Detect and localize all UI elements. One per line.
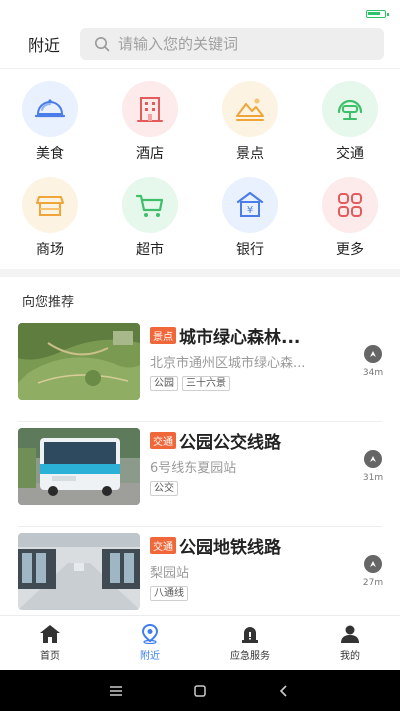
bus-image: [18, 428, 140, 505]
distance-info[interactable]: 27m: [358, 555, 388, 588]
recommendation-card[interactable]: 景点 城市绿心森林... 北京市通州区城市绿心森... 公园 三十六景 34m: [0, 317, 400, 421]
search-icon: [95, 37, 110, 52]
place-address: 6号线东夏园站: [150, 461, 237, 476]
category-more[interactable]: 更多: [300, 177, 400, 259]
place-name: 城市绿心森林...: [179, 327, 301, 348]
distance-info[interactable]: 34m: [358, 345, 388, 378]
tab-profile[interactable]: 我的: [300, 616, 400, 670]
tab-emergency[interactable]: 应急服务: [200, 616, 300, 670]
category-transport[interactable]: 交通: [300, 81, 400, 163]
category-label: 超市: [136, 242, 164, 258]
place-chip: 八通线: [150, 586, 188, 601]
more-grid-icon: [338, 193, 362, 217]
place-chip: 公园: [150, 376, 178, 391]
mall-store-icon: [36, 196, 64, 216]
category-mall[interactable]: 商场: [0, 177, 100, 259]
category-label: 银行: [236, 242, 264, 258]
navigate-icon[interactable]: [364, 450, 382, 468]
food-dome-icon: [34, 99, 66, 118]
menu-icon[interactable]: [96, 670, 136, 711]
distance-info[interactable]: 31m: [358, 450, 388, 483]
place-address: 梨园站: [150, 566, 190, 581]
category-food[interactable]: 美食: [0, 81, 100, 163]
category-grid: 美食 酒店 景点 交通 商场 超市 ¥ 银行 更多: [0, 69, 400, 269]
category-tag: 景点: [150, 326, 176, 344]
category-label: 酒店: [136, 146, 164, 162]
navigate-icon[interactable]: [364, 555, 382, 573]
category-label: 交通: [336, 146, 364, 162]
category-tag: 交通: [150, 536, 176, 554]
location-pin-icon: [141, 624, 159, 644]
category-tag: 交通: [150, 431, 176, 449]
category-hotel[interactable]: 酒店: [100, 81, 200, 163]
tab-label: 我的: [340, 651, 360, 662]
category-bank[interactable]: ¥ 银行: [200, 177, 300, 259]
system-navigation-bar: [0, 670, 400, 711]
user-icon: [341, 625, 359, 643]
place-name: 公园公交线路: [179, 432, 281, 453]
place-chip: 三十六景: [182, 376, 230, 391]
home-icon: [40, 625, 60, 643]
bank-icon: ¥: [236, 191, 264, 217]
transport-icon: [337, 99, 363, 120]
search-input[interactable]: [118, 35, 338, 53]
distance-value: 34m: [362, 368, 384, 378]
tab-label: 应急服务: [230, 651, 270, 662]
battery-icon: [366, 10, 389, 18]
category-supermarket[interactable]: 超市: [100, 177, 200, 259]
place-name: 公园地铁线路: [179, 537, 281, 558]
page-title: 附近: [28, 36, 61, 55]
hotel-building-icon: [137, 97, 163, 122]
search-bar[interactable]: [80, 28, 384, 60]
emergency-light-icon: [242, 627, 258, 643]
section-title: 向您推荐: [22, 295, 75, 310]
tab-nearby[interactable]: 附近: [100, 616, 200, 670]
place-chip: 公交: [150, 481, 178, 496]
status-bar: [0, 0, 400, 28]
mountain-scenery-icon: [236, 98, 264, 121]
header: 附近: [0, 28, 400, 60]
category-label: 美食: [36, 146, 64, 162]
bottom-tab-bar: 首页 附近 应急服务 我的: [0, 615, 400, 670]
category-scenic[interactable]: 景点: [200, 81, 300, 163]
subway-station-image: [18, 533, 140, 610]
park-aerial-image: [18, 323, 140, 400]
tab-home[interactable]: 首页: [0, 616, 100, 670]
distance-value: 27m: [362, 578, 384, 588]
category-label: 更多: [336, 242, 364, 258]
place-address: 北京市通州区城市绿心森...: [150, 356, 306, 371]
tab-label: 附近: [140, 651, 160, 662]
recommendation-card[interactable]: 交通 公园公交线路 6号线东夏园站 公交 31m: [0, 422, 400, 526]
category-label: 商场: [36, 242, 64, 258]
category-label: 景点: [236, 146, 264, 162]
shopping-cart-icon: [135, 194, 164, 217]
svg-text:¥: ¥: [247, 205, 253, 216]
tab-label: 首页: [40, 651, 60, 662]
back-icon[interactable]: [264, 670, 304, 711]
home-square-icon[interactable]: [180, 670, 220, 711]
navigate-icon[interactable]: [364, 345, 382, 363]
distance-value: 31m: [362, 473, 384, 483]
